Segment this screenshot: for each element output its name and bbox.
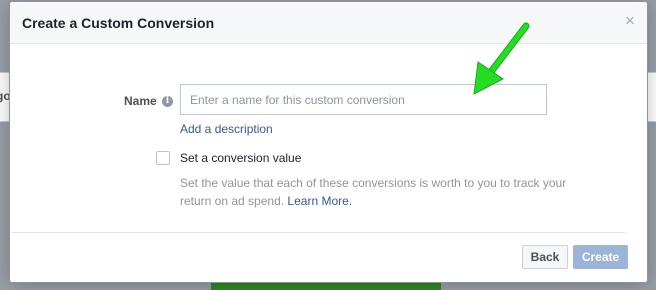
- conversion-value-help: Set the value that each of these convers…: [180, 174, 580, 210]
- conversion-value-checkbox[interactable]: [156, 151, 170, 165]
- info-icon[interactable]: i: [162, 96, 173, 107]
- name-input[interactable]: [180, 84, 547, 115]
- dialog-header: Create a Custom Conversion ×: [10, 2, 647, 44]
- conversion-value-help-text: Set the value that each of these convers…: [180, 176, 567, 208]
- back-button[interactable]: Back: [522, 245, 568, 269]
- conversion-value-label: Set a conversion value: [180, 151, 302, 165]
- learn-more-link[interactable]: Learn More.: [287, 194, 352, 208]
- name-label: Name: [124, 94, 157, 108]
- custom-conversion-dialog: Create a Custom Conversion ×: [9, 1, 648, 283]
- footer-divider: [12, 232, 625, 233]
- close-icon[interactable]: ×: [623, 12, 637, 29]
- add-description-link[interactable]: Add a description: [180, 122, 273, 136]
- create-button[interactable]: Create: [573, 245, 628, 269]
- dialog-title: Create a Custom Conversion: [22, 15, 215, 31]
